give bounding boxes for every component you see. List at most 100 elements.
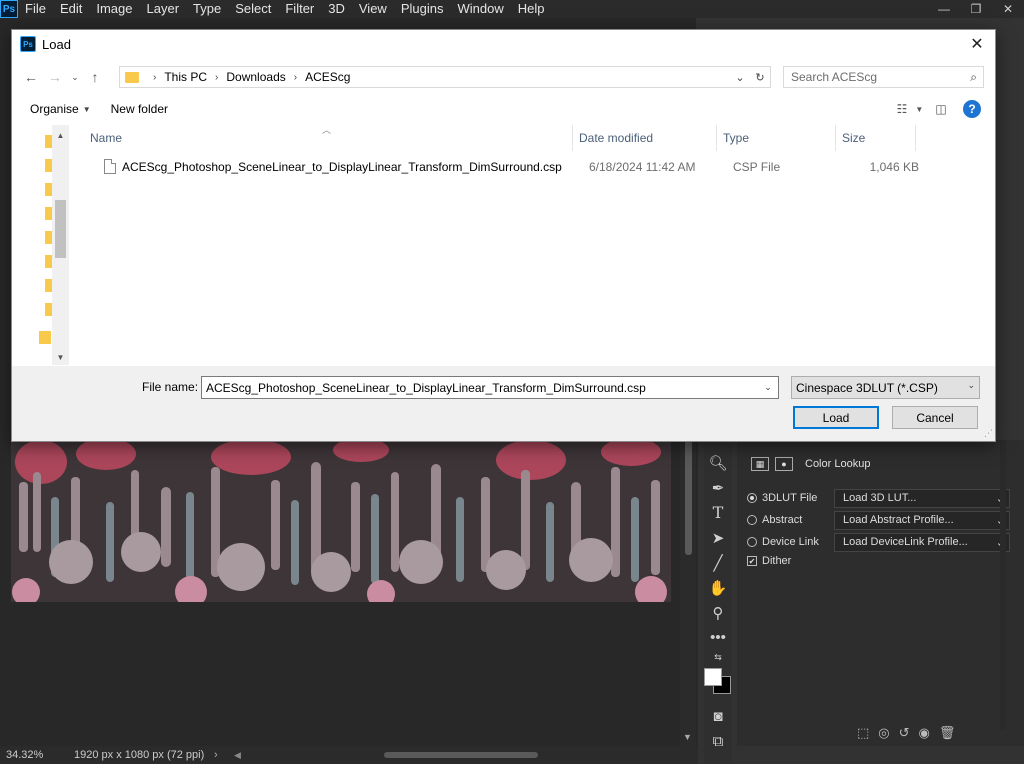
file-size: 1,046 KB xyxy=(869,160,919,174)
select-abstract[interactable]: Load Abstract Profile... ⌄ xyxy=(834,510,1010,530)
file-name-dropdown-icon[interactable]: ⌄ xyxy=(760,379,776,396)
help-icon[interactable]: ? xyxy=(963,100,981,118)
scroll-down-icon[interactable]: ▼ xyxy=(683,732,692,742)
nav-folder-icon[interactable] xyxy=(45,135,52,148)
coral-image[interactable] xyxy=(11,442,671,602)
menu-window[interactable]: Window xyxy=(450,0,510,18)
type-tool-icon[interactable]: T xyxy=(704,500,732,525)
menu-edit[interactable]: Edit xyxy=(53,0,89,18)
breadcrumb-separator-icon[interactable]: › xyxy=(153,72,156,83)
lut-row-devicelink: Device Link Load DeviceLink Profile... ⌄ xyxy=(737,531,1024,553)
column-header-type[interactable]: Type xyxy=(717,125,836,151)
menu-select[interactable]: Select xyxy=(228,0,278,18)
nav-folder-icon[interactable] xyxy=(45,279,52,292)
scroll-down-icon[interactable]: ▼ xyxy=(52,349,69,365)
nav-folder-icon[interactable] xyxy=(45,207,52,220)
search-input[interactable]: Search ACEScg ⌕ xyxy=(783,66,984,88)
properties-panel: ▦ ● Color Lookup 3DLUT File Load 3D LUT.… xyxy=(737,440,1024,746)
scroll-left-icon[interactable]: ◀ xyxy=(234,750,246,761)
file-type-select[interactable]: Cinespace 3DLUT (*.CSP) ⌄ xyxy=(791,376,980,399)
search-icon: ⌕ xyxy=(970,69,977,84)
organise-button[interactable]: Organise ▼ xyxy=(20,102,101,116)
nav-folder-icon[interactable] xyxy=(45,159,52,172)
navigation-bar: ← → ⌄ ↑ › This PC › Downloads › ACEScg ⌄… xyxy=(12,64,995,90)
nav-folder-icon[interactable] xyxy=(45,231,52,244)
navigation-pane-scrollbar[interactable]: ▲ ▼ xyxy=(52,125,69,365)
cancel-button[interactable]: Cancel xyxy=(892,406,978,429)
menu-filter[interactable]: Filter xyxy=(278,0,321,18)
new-folder-button[interactable]: New folder xyxy=(101,102,178,116)
up-arrow-icon[interactable]: ↑ xyxy=(83,65,107,89)
breadcrumb-acescg[interactable]: ACEScg xyxy=(305,70,350,84)
minimize-button[interactable]: — xyxy=(928,0,960,18)
breadcrumb-separator-icon[interactable]: › xyxy=(215,72,218,83)
menu-plugins[interactable]: Plugins xyxy=(394,0,451,18)
view-previous-state-icon[interactable]: ◎ xyxy=(878,725,889,741)
select-devicelink[interactable]: Load DeviceLink Profile... ⌄ xyxy=(834,532,1010,552)
preview-pane-icon[interactable]: ◫ xyxy=(927,98,955,120)
horizontal-scroll-thumb[interactable] xyxy=(384,752,538,758)
address-history-chevron-icon[interactable]: ⌄ xyxy=(730,67,750,87)
navigation-pane[interactable]: ▲ ▼ xyxy=(12,125,69,365)
column-header-size[interactable]: Size xyxy=(836,125,916,151)
column-header-name[interactable]: Name xyxy=(84,125,573,151)
scroll-up-icon[interactable]: ▲ xyxy=(52,127,69,143)
forward-arrow-icon[interactable]: → xyxy=(43,65,67,89)
chevron-right-icon[interactable]: › xyxy=(214,749,234,761)
radio-3dlut[interactable] xyxy=(747,493,757,503)
load-button[interactable]: Load xyxy=(793,406,879,429)
select-3dlut[interactable]: Load 3D LUT... ⌄ xyxy=(834,488,1010,508)
menu-view[interactable]: View xyxy=(352,0,394,18)
screen-mode-icon[interactable]: ⧉ xyxy=(704,729,732,754)
zoom-level[interactable]: 34.32% xyxy=(0,749,64,761)
dialog-close-button[interactable]: ✕ xyxy=(965,33,989,55)
breadcrumb-this-pc[interactable]: This PC xyxy=(164,70,207,84)
visibility-eye-icon[interactable]: ◉ xyxy=(919,725,930,741)
canvas-horizontal-scrollbar[interactable] xyxy=(246,746,698,764)
eyedropper-tool-icon[interactable]: 🔍︎ xyxy=(704,450,732,475)
line-tool-icon[interactable]: ╱ xyxy=(704,550,732,575)
nav-folder-icon[interactable] xyxy=(45,255,52,268)
menu-3d[interactable]: 3D xyxy=(321,0,352,18)
clip-to-layer-icon[interactable]: ⬚ xyxy=(857,725,869,741)
file-row[interactable]: ACEScg_Photoshop_SceneLinear_to_DisplayL… xyxy=(70,155,930,179)
address-bar[interactable]: › This PC › Downloads › ACEScg ⌄ ↻ xyxy=(119,66,771,88)
breadcrumb-separator-icon[interactable]: › xyxy=(294,72,297,83)
restore-button[interactable]: ❐ xyxy=(960,0,992,18)
change-view-icon[interactable]: ☷ ▼ xyxy=(893,98,927,120)
nav-folder-icon[interactable] xyxy=(45,303,52,316)
zoom-tool-icon[interactable]: ⚲ xyxy=(704,600,732,625)
canvas-vertical-scrollbar[interactable]: ▼ xyxy=(680,440,696,746)
menu-layer[interactable]: Layer xyxy=(140,0,187,18)
radio-abstract[interactable] xyxy=(747,515,757,525)
pen-tool-icon[interactable]: ✒ xyxy=(704,475,732,500)
menu-help[interactable]: Help xyxy=(511,0,552,18)
nav-folder-icon[interactable] xyxy=(45,183,52,196)
navigation-scroll-thumb[interactable] xyxy=(55,200,66,258)
menu-image[interactable]: Image xyxy=(89,0,139,18)
more-tools-icon[interactable]: ••• xyxy=(704,625,732,650)
nav-folder-icon[interactable] xyxy=(39,331,51,344)
color-swatches[interactable] xyxy=(704,664,732,704)
dither-checkbox[interactable]: ✔ xyxy=(747,556,757,566)
column-header-date-modified[interactable]: Date modified xyxy=(573,125,717,151)
close-window-button[interactable]: ✕ xyxy=(992,0,1024,18)
canvas-scroll-thumb[interactable] xyxy=(685,440,692,555)
reset-icon[interactable]: ↺ xyxy=(899,725,910,741)
hand-tool-icon[interactable]: ✋ xyxy=(704,575,732,600)
back-arrow-icon[interactable]: ← xyxy=(19,65,43,89)
foreground-color-swatch[interactable] xyxy=(704,668,722,686)
radio-devicelink[interactable] xyxy=(747,537,757,547)
properties-scrollbar[interactable] xyxy=(1000,440,1006,730)
file-name-input[interactable]: ACEScg_Photoshop_SceneLinear_to_DisplayL… xyxy=(201,376,779,399)
breadcrumb-downloads[interactable]: Downloads xyxy=(226,70,285,84)
swap-colors-icon[interactable]: ⇆ xyxy=(704,650,732,664)
path-selection-tool-icon[interactable]: ➤ xyxy=(704,525,732,550)
refresh-icon[interactable]: ↻ xyxy=(750,67,770,87)
menu-file[interactable]: File xyxy=(18,0,53,18)
recent-locations-chevron-icon[interactable]: ⌄ xyxy=(67,65,83,89)
menu-type[interactable]: Type xyxy=(186,0,228,18)
trash-icon[interactable]: 🗑 xyxy=(939,725,956,741)
quick-mask-icon[interactable]: ◙ xyxy=(704,704,732,729)
resize-grip-icon[interactable]: ⋰ xyxy=(984,428,993,439)
